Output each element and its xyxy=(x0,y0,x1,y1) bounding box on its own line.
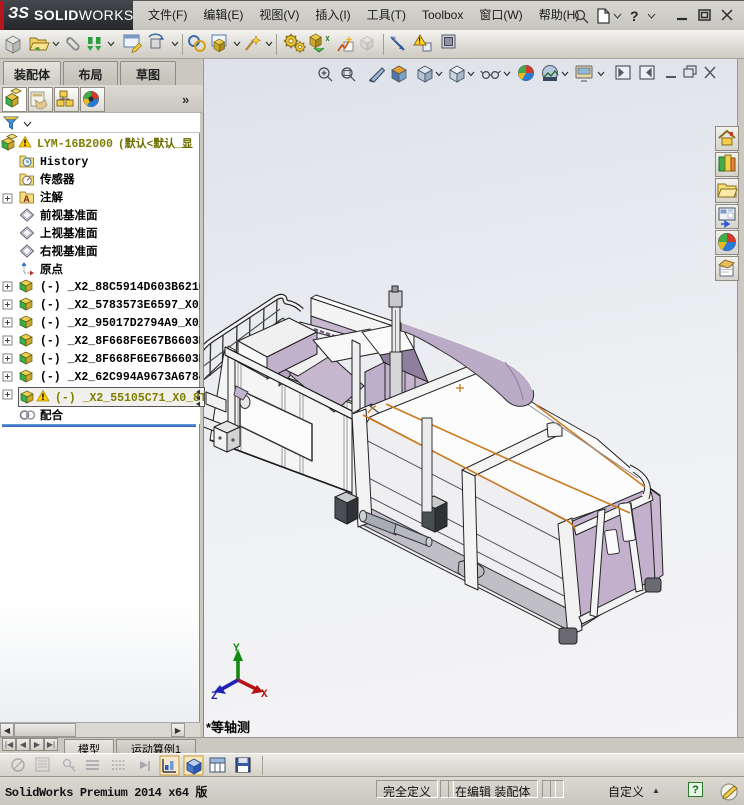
svg-text:前视基准面: 前视基准面 xyxy=(40,208,98,223)
svg-text:X: X xyxy=(261,689,268,701)
svg-text:配合: 配合 xyxy=(40,408,63,423)
svg-text:A: A xyxy=(24,195,30,206)
svg-text:History: History xyxy=(40,156,88,169)
svg-text:»: » xyxy=(182,92,189,107)
svg-text:(-) _X2_62C994A9673A6784_1: (-) _X2_62C994A9673A6784_1 xyxy=(40,371,200,384)
svg-text:Y: Y xyxy=(233,643,240,655)
svg-text:(默认<默认_显: (默认<默认_显 xyxy=(118,136,193,151)
svg-text:Z: Z xyxy=(211,691,218,703)
svg-text:?: ? xyxy=(630,8,639,24)
svg-text:传感器: 传感器 xyxy=(39,172,75,187)
svg-text:右视基准面: 右视基准面 xyxy=(39,244,98,259)
svg-text:(-) _X2_8F668F6E67B6603B62: (-) _X2_8F668F6E67B6603B62 xyxy=(40,335,200,348)
svg-text:注解: 注解 xyxy=(40,190,63,205)
svg-text:(-) _X2_55105C71_X0_8T_: (-) _X2_55105C71_X0_8T_ xyxy=(55,392,204,405)
svg-text:上视基准面: 上视基准面 xyxy=(40,226,98,241)
svg-text:(-) _X2_5783573E6597_X0_<1: (-) _X2_5783573E6597_X0_<1 xyxy=(40,299,200,312)
svg-text:(-) _X2_88C5914D603B6210_1: (-) _X2_88C5914D603B6210_1 xyxy=(40,281,200,294)
svg-text:LYM-16B2000: LYM-16B2000 xyxy=(37,138,113,151)
svg-text:*等轴测: *等轴测 xyxy=(206,720,250,735)
svg-text:!: ! xyxy=(418,37,421,46)
svg-text:(-) _X2_95017D2794A9_X0_<1: (-) _X2_95017D2794A9_X0_<1 xyxy=(40,317,200,330)
svg-text:原点: 原点 xyxy=(40,262,63,277)
svg-text:(-) _X2_8F668F6E67B6603B62: (-) _X2_8F668F6E67B6603B62 xyxy=(40,353,200,366)
